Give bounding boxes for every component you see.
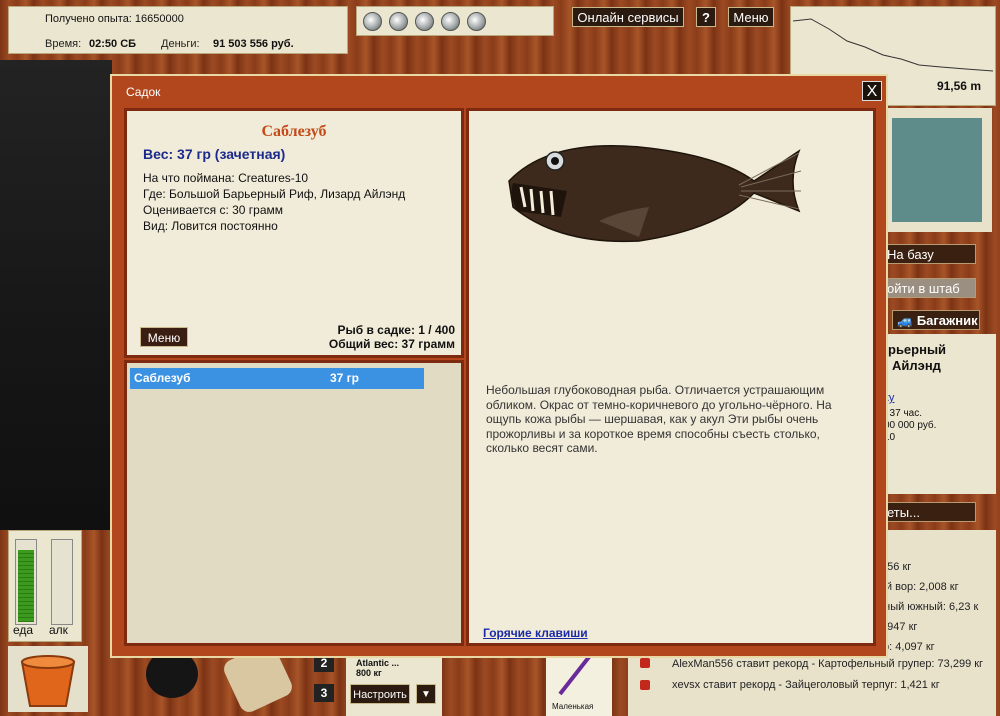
bucket-icon [20,655,76,707]
info-line-2: 00 000 руб. [884,420,937,431]
go-to-hq-button[interactable]: ойти в штаб [884,278,976,298]
fish-description: Небольшая глубоководная рыба. Отличается… [486,383,832,455]
fish-weight: Вес: 37 гр (зачетная) [143,146,286,162]
bottle-icon[interactable] [415,12,434,31]
sea-view [0,60,112,530]
fish-description-panel: Небольшая глубоководная рыба. Отличается… [466,108,876,646]
record-line: ый вор: 2,008 кг [878,581,959,593]
keepnet-dialog: Садок X Саблезуб Вес: 37 гр (зачетная) Н… [110,74,888,658]
fish-image [508,144,802,243]
configure-dropdown[interactable]: ▼ [416,684,436,704]
fish-list: Саблезуб 37 гр [124,360,464,646]
row-fish-name: Саблезуб [134,371,191,385]
lure-name: Atlantic ... [356,658,400,668]
money-value: 91 503 556 руб. [213,38,294,50]
table-row[interactable]: Саблезуб 37 гр [130,368,424,389]
bottles-bar [356,6,554,36]
alcohol-label: алк [49,623,68,637]
fish-counted-from: Оценивается с: 30 грамм [143,203,284,217]
food-label: еда [13,623,34,637]
fish-caught-on: На что поймана: Creatures-10 [143,171,309,185]
help-button[interactable]: ? [696,7,716,27]
online-services-button[interactable]: Онлайн сервисы [572,7,684,27]
close-button[interactable]: X [862,81,882,101]
bets-button[interactable]: еты... [884,502,976,522]
bottle-icon[interactable] [467,12,486,31]
map-image [892,118,982,222]
total-weight: Общий вес: 37 грамм [328,337,455,351]
time-label: Время: [45,38,82,50]
trunk-button[interactable]: 🚙 Багажник [892,310,980,330]
depth-value: 91,56 m [936,79,981,93]
needs-meters: еда алк [8,530,82,642]
fish-kind: Вид: Ловится постоянно [143,219,278,233]
info-line-1: : 37 час. [884,408,923,419]
to-base-button[interactable]: На базу [884,244,976,264]
fish-info-panel: Саблезуб Вес: 37 гр (зачетная) На что по… [124,108,464,358]
record-line: xevsx ставит рекорд - Зайцеголовый терпу… [672,679,940,691]
lure-weight: 800 кг [356,668,382,678]
car-icon: 🚙 [897,313,914,328]
location-line-1: рьерный [888,342,947,357]
record-up-icon [640,680,650,690]
record-line: рный южный: 6,23 к [878,601,979,613]
hotkeys-link[interactable]: Горячие клавиши [483,626,588,640]
location-line-2: Айлэнд [892,358,941,373]
location-panel: рьерный Айлэнд ку : 37 час. 00 000 руб. … [884,334,996,494]
bottle-icon[interactable] [441,12,460,31]
record-line: AlexMan556 ставит рекорд - Картофельный … [672,658,984,670]
fish-location: Где: Большой Барьерный Риф, Лизард Айлэн… [143,187,406,201]
bucket-button[interactable] [8,646,88,712]
food-meter [15,539,37,625]
map-scroll[interactable] [884,108,992,232]
fish-count: Рыб в садке: 1 / 400 [337,323,455,337]
slot-3-button[interactable]: 3 [314,684,334,702]
row-fish-weight: 37 гр [330,371,360,385]
spinning-label: Маленькая [552,702,594,711]
trunk-label: Багажник [916,313,978,328]
configure-button[interactable]: Настроить [350,684,410,704]
alcohol-meter [51,539,73,625]
food-level [18,550,34,622]
money-label: Деньги: [161,38,200,50]
bottle-icon[interactable] [363,12,382,31]
dialog-title: Садок [126,85,161,99]
fish-menu-button[interactable]: Меню [140,327,188,347]
player-stats-panel: Получено опыта: 16650000 Время: 02:50 СБ… [8,6,348,54]
bottle-icon[interactable] [389,12,408,31]
time-value: 02:50 СБ [89,38,137,50]
record-up-icon [640,658,650,668]
main-menu-button[interactable]: Меню [728,7,774,27]
tackle-panel: Atlantic ... 800 кг Настроить ▼ [346,656,442,716]
experience-text: Получено опыта: 16650000 [45,13,184,25]
fish-name: Саблезуб [261,123,327,140]
